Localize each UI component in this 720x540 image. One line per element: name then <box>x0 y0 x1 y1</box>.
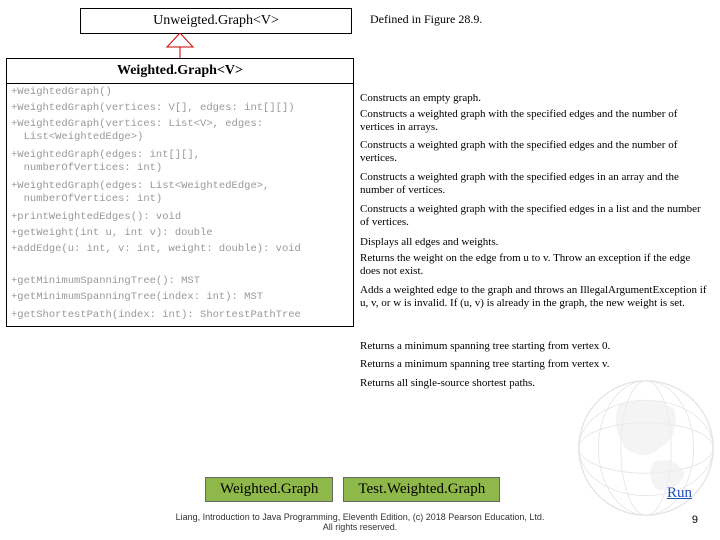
class-member: +WeightedGraph(edges: int[][], numberOfV… <box>7 147 353 178</box>
footer: Liang, Introduction to Java Programming,… <box>0 512 720 532</box>
class-member: +WeightedGraph(vertices: List<V>, edges:… <box>7 116 353 147</box>
footer-line1: Liang, Introduction to Java Programming,… <box>176 512 545 522</box>
class-member: +WeightedGraph(vertices: V[], edges: int… <box>7 100 353 116</box>
weighted-graph-button[interactable]: Weighted.Graph <box>205 477 333 502</box>
class-member: +addEdge(u: int, v: int, weight: double)… <box>7 241 353 273</box>
button-row: Weighted.Graph Test.Weighted.Graph <box>205 477 500 502</box>
member-description: Displays all edges and weights. <box>360 236 498 249</box>
class-diagram-box: Weighted.Graph<V> +WeightedGraph()+Weigh… <box>6 58 354 327</box>
test-weighted-graph-button[interactable]: Test.Weighted.Graph <box>343 477 500 502</box>
member-description: Returns a minimum spanning tree starting… <box>360 358 609 371</box>
member-description: Returns the weight on the edge from u to… <box>360 252 710 277</box>
class-member: +WeightedGraph() <box>7 84 353 100</box>
member-description: Constructs a weighted graph with the spe… <box>360 139 710 164</box>
member-description: Constructs an empty graph. <box>360 92 481 105</box>
class-title: Weighted.Graph<V> <box>7 59 353 84</box>
class-member: +WeightedGraph(edges: List<WeightedEdge>… <box>7 178 353 209</box>
class-member: +getMinimumSpanningTree(index: int): MST <box>7 289 353 307</box>
member-description: Returns a minimum spanning tree starting… <box>360 340 610 353</box>
class-member: +getMinimumSpanningTree(): MST <box>7 273 353 289</box>
slide-number: 9 <box>692 514 698 526</box>
member-description: Adds a weighted edge to the graph and th… <box>360 284 710 309</box>
class-member: +getShortestPath(index: int): ShortestPa… <box>7 307 353 326</box>
member-description: Constructs a weighted graph with the spe… <box>360 108 710 133</box>
parent-class-box: Unweigted.Graph<V> <box>80 8 352 34</box>
member-description: Returns all single-source shortest paths… <box>360 377 535 390</box>
run-link[interactable]: Run <box>667 485 692 502</box>
class-member: +printWeightedEdges(): void <box>7 209 353 225</box>
parent-class-name: Unweigted.Graph<V> <box>153 13 279 28</box>
class-member: +getWeight(int u, int v): double <box>7 225 353 241</box>
class-members: +WeightedGraph()+WeightedGraph(vertices:… <box>7 84 353 326</box>
defined-note: Defined in Figure 28.9. <box>370 12 482 27</box>
member-description: Constructs a weighted graph with the spe… <box>360 203 710 228</box>
globe-watermark <box>576 378 716 518</box>
slide: Unweigted.Graph<V> Defined in Figure 28.… <box>0 0 720 540</box>
member-description: Constructs a weighted graph with the spe… <box>360 171 710 196</box>
footer-line2: All rights reserved. <box>323 522 398 532</box>
